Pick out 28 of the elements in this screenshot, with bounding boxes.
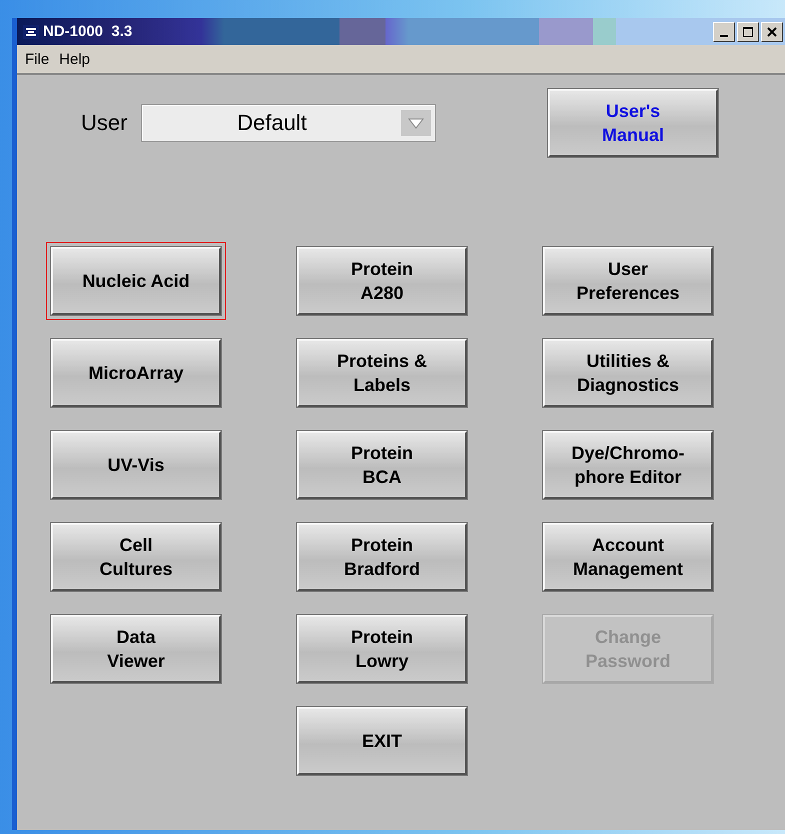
function-button[interactable]: Cell Cultures <box>51 523 221 591</box>
menu-item[interactable]: File <box>25 50 50 68</box>
function-button[interactable]: Data Viewer <box>51 615 221 683</box>
function-button[interactable]: Account Management <box>543 523 713 591</box>
function-button[interactable]: Proteins & Labels <box>297 339 467 407</box>
function-button[interactable]: User Preferences <box>543 247 713 315</box>
function-button[interactable]: Utilities & Diagnostics <box>543 339 713 407</box>
close-icon <box>767 26 777 36</box>
user-dropdown[interactable]: Default <box>141 104 436 142</box>
menu-item[interactable]: Help <box>59 50 90 68</box>
user-label: User <box>81 110 128 136</box>
function-button[interactable]: Dye/Chromo- phore Editor <box>543 431 713 499</box>
function-button[interactable]: Nucleic Acid <box>51 247 221 315</box>
function-button[interactable]: MicroArray <box>51 339 221 407</box>
function-button[interactable]: UV-Vis <box>51 431 221 499</box>
manual-button[interactable]: User's Manual <box>548 89 718 157</box>
function-button[interactable]: Protein BCA <box>297 431 467 499</box>
maximize-button[interactable] <box>737 22 759 42</box>
minimize-icon <box>720 34 728 36</box>
close-button[interactable] <box>761 22 783 42</box>
maximize-icon <box>743 26 753 36</box>
function-button[interactable]: Protein A280 <box>297 247 467 315</box>
function-button[interactable]: EXIT <box>297 707 467 775</box>
window-title: ND-1000 3.3 <box>43 23 132 40</box>
function-button[interactable]: Protein Bradford <box>297 523 467 591</box>
minimize-button[interactable] <box>713 22 735 42</box>
function-button[interactable]: Protein Lowry <box>297 615 467 683</box>
app-icon <box>23 24 39 38</box>
